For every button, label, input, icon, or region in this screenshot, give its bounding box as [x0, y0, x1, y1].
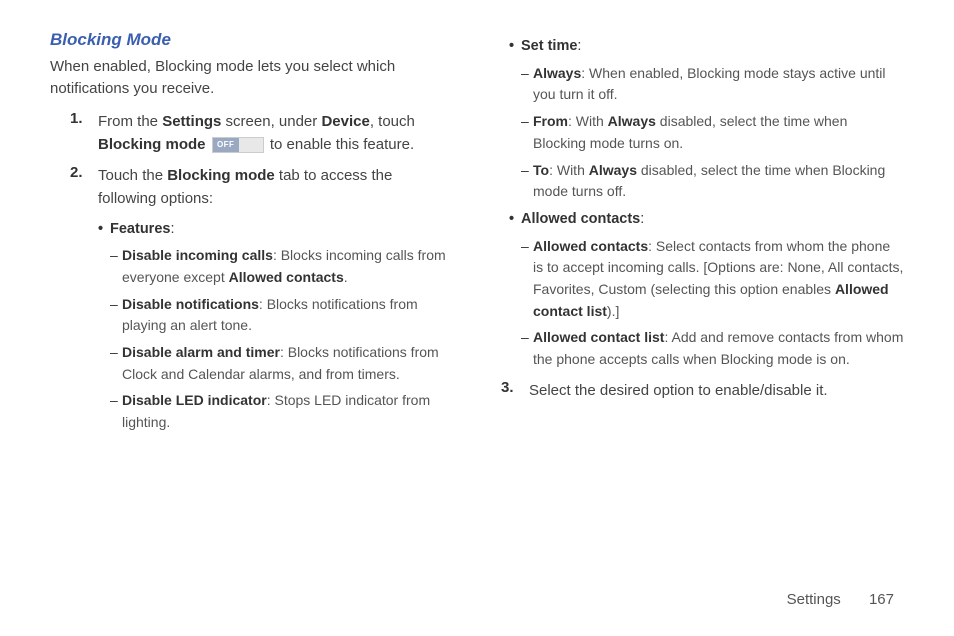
- dash-always: Always: When enabled, Blocking mode stay…: [521, 63, 904, 106]
- text: to enable this feature.: [270, 136, 414, 153]
- bold-to: To: [533, 162, 549, 178]
- bold-always-2: Always: [608, 113, 656, 129]
- text: screen, under: [221, 113, 321, 130]
- bold-dled: Disable LED indicator: [122, 392, 267, 408]
- dash-disable-incoming-calls: Disable incoming calls: Blocks incoming …: [110, 245, 453, 288]
- text: , touch: [370, 113, 415, 130]
- bold-acl: Allowed contact list: [533, 329, 664, 345]
- bold-settings: Settings: [162, 113, 221, 130]
- right-column: Set time: Always: When enabled, Blocking…: [501, 30, 904, 439]
- text: Touch the: [98, 167, 167, 184]
- bold-set-time: Set time: [521, 38, 577, 54]
- page-columns: Blocking Mode When enabled, Blocking mod…: [50, 30, 904, 439]
- off-toggle-icon: OFF: [212, 137, 264, 153]
- section-heading: Blocking Mode: [50, 30, 453, 50]
- bold-allowed-contacts: Allowed contacts: [229, 269, 344, 285]
- dash-to: To: With Always disabled, select the tim…: [521, 160, 904, 203]
- dash-disable-led: Disable LED indicator: Stops LED indicat…: [110, 390, 453, 433]
- footer-page-number: 167: [869, 591, 894, 608]
- bold-always-3: Always: [589, 162, 637, 178]
- step-number: 3.: [501, 379, 529, 402]
- bold-always: Always: [533, 65, 581, 81]
- bold-blocking-mode: Blocking mode: [98, 136, 206, 153]
- toggle-knob: OFF: [213, 138, 239, 152]
- dash-allowed-contacts: Allowed contacts: Select contacts from w…: [521, 236, 904, 323]
- intro-text: When enabled, Blocking mode lets you sel…: [50, 56, 453, 100]
- step-body: Touch the Blocking mode tab to access th…: [98, 164, 453, 211]
- step-number: 1.: [70, 110, 98, 157]
- step-2-nested-cont: Set time: Always: When enabled, Blocking…: [501, 36, 904, 371]
- page-footer: Settings 167: [787, 591, 894, 608]
- dash-allowed-contact-list: Allowed contact list: Add and remove con…: [521, 327, 904, 370]
- text: : With: [568, 113, 608, 129]
- step-3: 3. Select the desired option to enable/d…: [501, 379, 904, 402]
- bullet-set-time: Set time:: [509, 36, 904, 58]
- text: From the: [98, 113, 162, 130]
- footer-section: Settings: [787, 591, 841, 608]
- text: :: [640, 211, 644, 227]
- step-2-nested: Features: Disable incoming calls: Blocks…: [50, 219, 453, 434]
- bold-blocking-mode-tab: Blocking mode: [167, 167, 275, 184]
- step-1: 1. From the Settings screen, under Devic…: [50, 110, 453, 157]
- step-body: Select the desired option to enable/disa…: [529, 379, 904, 402]
- bold-allowed-contacts-label: Allowed contacts: [521, 211, 640, 227]
- text: .: [344, 269, 348, 285]
- step-body: From the Settings screen, under Device, …: [98, 110, 453, 157]
- text: :: [577, 38, 581, 54]
- dash-disable-notifications: Disable notifications: Blocks notificati…: [110, 294, 453, 337]
- bold-dat: Disable alarm and timer: [122, 344, 280, 360]
- bold-dn: Disable notifications: [122, 296, 259, 312]
- text: : When enabled, Blocking mode stays acti…: [533, 65, 886, 103]
- text: ).]: [607, 303, 619, 319]
- bold-dic: Disable incoming calls: [122, 247, 273, 263]
- text: : With: [549, 162, 589, 178]
- bold-device: Device: [321, 113, 369, 130]
- bullet-features: Features:: [98, 219, 453, 241]
- bold-from: From: [533, 113, 568, 129]
- dash-from: From: With Always disabled, select the t…: [521, 111, 904, 154]
- bullet-allowed-contacts: Allowed contacts:: [509, 209, 904, 231]
- bold-features: Features: [110, 221, 170, 237]
- bold-ac: Allowed contacts: [533, 238, 648, 254]
- text: :: [170, 221, 174, 237]
- left-column: Blocking Mode When enabled, Blocking mod…: [50, 30, 453, 439]
- step-2: 2. Touch the Blocking mode tab to access…: [50, 164, 453, 211]
- step-number: 2.: [70, 164, 98, 211]
- dash-disable-alarm-timer: Disable alarm and timer: Blocks notifica…: [110, 342, 453, 385]
